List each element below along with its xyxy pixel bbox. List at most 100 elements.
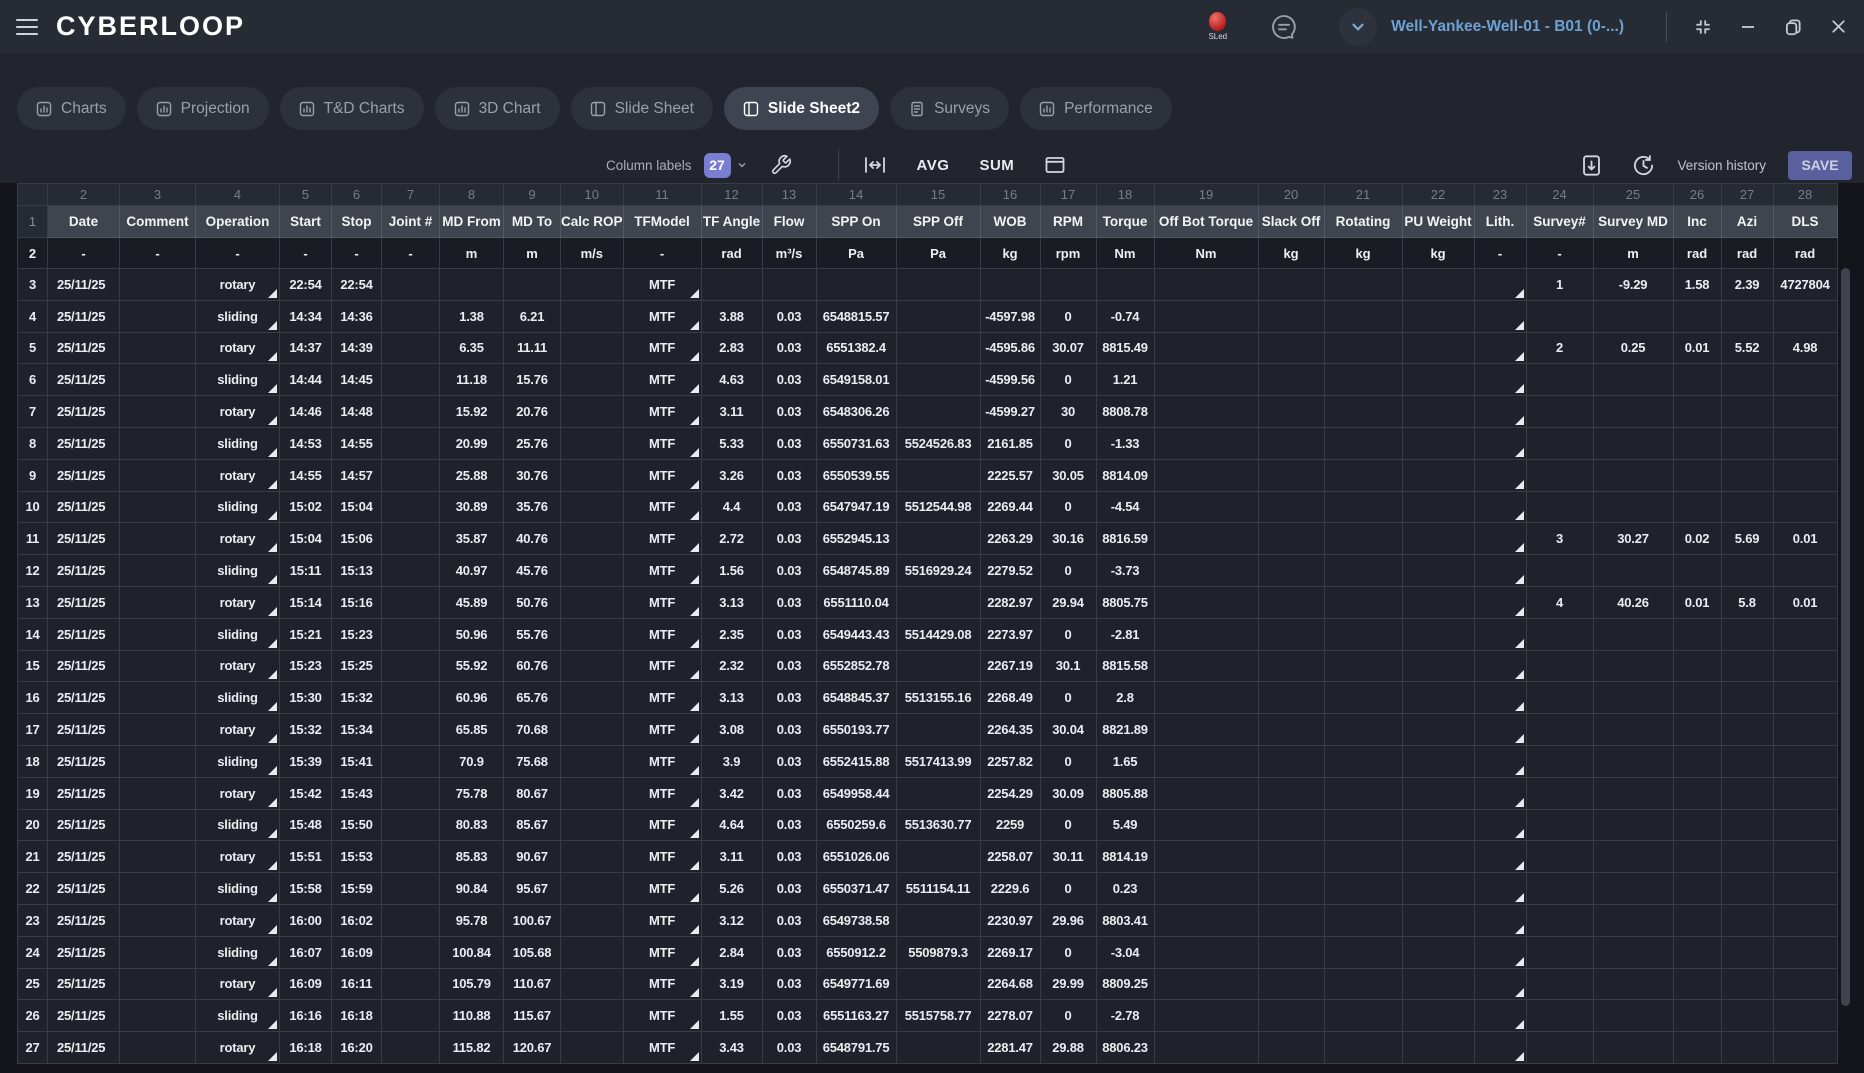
dropdown-corner-icon[interactable]	[690, 543, 699, 552]
cell-rotating[interactable]	[1324, 873, 1402, 905]
cell-lith[interactable]	[1474, 904, 1526, 936]
cell-tf-angle[interactable]: 2.83	[701, 332, 762, 364]
cell-rotating[interactable]	[1324, 841, 1402, 873]
cell-lith[interactable]	[1474, 650, 1526, 682]
cell-md-from[interactable]: 105.79	[440, 968, 504, 1000]
cell-start[interactable]: 15:30	[280, 682, 332, 714]
cell-lith[interactable]	[1474, 841, 1526, 873]
cell-start[interactable]: 15:39	[280, 745, 332, 777]
cell-flow[interactable]: 0.03	[762, 332, 816, 364]
cell-md-from[interactable]: 40.97	[440, 555, 504, 587]
cell-flow[interactable]: 0.03	[762, 491, 816, 523]
cell-flow[interactable]: 0.03	[762, 936, 816, 968]
cell-joint[interactable]	[382, 491, 440, 523]
status-led[interactable]: SLed	[1208, 12, 1227, 41]
cell-comment[interactable]	[120, 650, 196, 682]
cell-md-from[interactable]: 35.87	[440, 523, 504, 555]
cell-inc[interactable]	[1673, 618, 1721, 650]
tab-slide-sheet2[interactable]: Slide Sheet2	[724, 87, 879, 130]
cell-joint[interactable]	[382, 586, 440, 618]
cell-azi[interactable]: 5.52	[1721, 332, 1773, 364]
cell-pu-weight[interactable]	[1402, 586, 1474, 618]
cell-tf-angle[interactable]: 5.26	[701, 873, 762, 905]
cell-dls[interactable]	[1773, 491, 1837, 523]
cell-stop[interactable]: 15:59	[332, 873, 382, 905]
row-number[interactable]: 10	[18, 491, 48, 523]
cell-tf-angle[interactable]: 3.13	[701, 682, 762, 714]
cell-tfmodel[interactable]: MTF	[623, 904, 701, 936]
cell-operation[interactable]: sliding	[196, 618, 280, 650]
cell-torque[interactable]: 8809.25	[1096, 968, 1154, 1000]
column-header-survey-md[interactable]: Survey MD	[1593, 206, 1673, 238]
column-header-slack-off[interactable]: Slack Off	[1258, 206, 1324, 238]
cell-joint[interactable]	[382, 745, 440, 777]
column-header-stop[interactable]: Stop	[332, 206, 382, 238]
row-number[interactable]: 22	[18, 873, 48, 905]
cell-comment[interactable]	[120, 586, 196, 618]
cell-tf-angle[interactable]: 2.72	[701, 523, 762, 555]
cell-rotating[interactable]	[1324, 364, 1402, 396]
cell-slack-off[interactable]	[1258, 936, 1324, 968]
cell-flow[interactable]	[762, 269, 816, 301]
cell-survey-md[interactable]	[1593, 618, 1673, 650]
header-panel-button[interactable]	[1044, 155, 1066, 175]
cell-off-bot-torque[interactable]	[1154, 682, 1258, 714]
cell-md-from[interactable]: 95.78	[440, 904, 504, 936]
cell-slack-off[interactable]	[1258, 682, 1324, 714]
cell-survey-md[interactable]	[1593, 714, 1673, 746]
cell-flow[interactable]: 0.03	[762, 682, 816, 714]
cell-survey-md[interactable]	[1593, 491, 1673, 523]
row-number[interactable]: 11	[18, 523, 48, 555]
cell-spp-off[interactable]: 5517413.99	[896, 745, 980, 777]
dropdown-corner-icon[interactable]	[1515, 798, 1524, 807]
column-number-28[interactable]: 28	[1773, 184, 1837, 206]
cell-dls[interactable]	[1773, 682, 1837, 714]
cell-tfmodel[interactable]: MTF	[623, 618, 701, 650]
cell-wob[interactable]: 2225.57	[980, 459, 1040, 491]
cell-torque[interactable]: 8805.88	[1096, 777, 1154, 809]
cell-md-from[interactable]: 30.89	[440, 491, 504, 523]
row-number[interactable]: 7	[18, 396, 48, 428]
cell-operation[interactable]: rotary	[196, 269, 280, 301]
row-number[interactable]: 18	[18, 745, 48, 777]
cell-md-to[interactable]: 70.68	[504, 714, 561, 746]
cell-start[interactable]: 14:55	[280, 459, 332, 491]
cell-joint[interactable]	[382, 650, 440, 682]
restore-window-button[interactable]	[1783, 17, 1803, 37]
cell-survey[interactable]	[1526, 459, 1593, 491]
cell-rotating[interactable]	[1324, 269, 1402, 301]
cell-spp-on[interactable]: 6549158.01	[816, 364, 896, 396]
cell-tf-angle[interactable]: 3.26	[701, 459, 762, 491]
hamburger-menu-icon[interactable]	[16, 19, 38, 35]
cell-joint[interactable]	[382, 1032, 440, 1064]
cell-spp-on[interactable]: 6551382.4	[816, 332, 896, 364]
cell-date[interactable]: 25/11/25	[48, 396, 120, 428]
sum-toggle-button[interactable]: SUM	[979, 157, 1014, 174]
cell-comment[interactable]	[120, 523, 196, 555]
cell-lith[interactable]	[1474, 873, 1526, 905]
column-header-tfmodel[interactable]: TFModel	[623, 206, 701, 238]
cell-flow[interactable]: 0.03	[762, 555, 816, 587]
cell-azi[interactable]	[1721, 396, 1773, 428]
cell-date[interactable]: 25/11/25	[48, 936, 120, 968]
cell-flow[interactable]: 0.03	[762, 809, 816, 841]
cell-tfmodel[interactable]: MTF	[623, 809, 701, 841]
cell-lith[interactable]	[1474, 300, 1526, 332]
cell-pu-weight[interactable]	[1402, 841, 1474, 873]
cell-spp-off[interactable]	[896, 714, 980, 746]
dropdown-corner-icon[interactable]	[268, 543, 277, 552]
cell-comment[interactable]	[120, 968, 196, 1000]
well-selector[interactable]: Well-Yankee-Well-01 - B01 (0-...)	[1339, 8, 1624, 46]
cell-torque[interactable]: 8803.41	[1096, 904, 1154, 936]
cell-md-from[interactable]: 11.18	[440, 364, 504, 396]
cell-operation[interactable]: rotary	[196, 396, 280, 428]
cell-survey[interactable]: 1	[1526, 269, 1593, 301]
cell-tf-angle[interactable]: 1.56	[701, 555, 762, 587]
cell-off-bot-torque[interactable]	[1154, 586, 1258, 618]
cell-spp-off[interactable]	[896, 650, 980, 682]
cell-lith[interactable]	[1474, 777, 1526, 809]
vertical-scrollbar[interactable]	[1841, 268, 1850, 1006]
cell-stop[interactable]: 15:41	[332, 745, 382, 777]
cell-rotating[interactable]	[1324, 427, 1402, 459]
cell-off-bot-torque[interactable]	[1154, 1000, 1258, 1032]
